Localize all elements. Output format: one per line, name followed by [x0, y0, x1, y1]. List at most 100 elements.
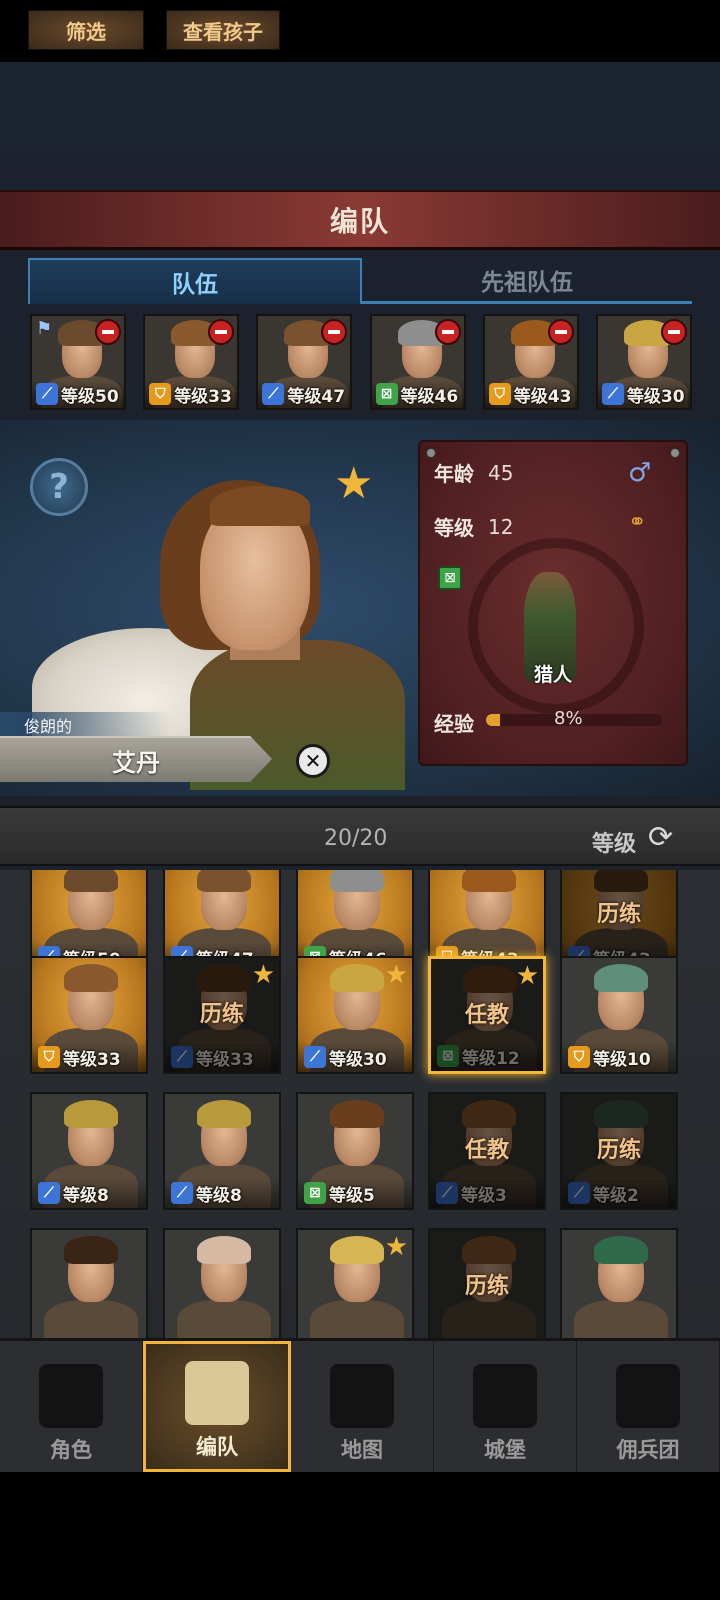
party-slot[interactable]: ⛉ 等级33 [143, 314, 240, 410]
level-text: 等级47 [287, 386, 346, 407]
banner-icon [616, 1364, 680, 1428]
portrait-hair [594, 1236, 648, 1264]
level-text: 等级8 [63, 1185, 109, 1206]
sword-icon: ⟋ [304, 1046, 326, 1068]
roster-card[interactable]: ⟋等级33★历练 [163, 956, 281, 1074]
age-row: 年龄 45 [434, 458, 513, 487]
nav-item-castle[interactable]: 城堡 [434, 1341, 577, 1472]
dismiss-button[interactable]: ✕ [296, 744, 330, 778]
portrait-hair [330, 1100, 384, 1128]
card-footer: ⟋ 等级8 [32, 1178, 146, 1208]
nav-item-banner[interactable]: 佣兵团 [577, 1341, 720, 1472]
roster-card[interactable] [30, 1228, 148, 1338]
portrait-hair [64, 964, 118, 992]
portrait-hair [330, 1236, 384, 1264]
party-strip: ⚑ ⟋ 等级50 ⛉ 等级33 ⟋ 等级47 ⊠ 等级46 ⛉ 等级43 ⟋ 等级30 [30, 314, 692, 410]
nav-label: 佣兵团 [616, 1438, 680, 1462]
remove-from-party-icon[interactable] [208, 319, 235, 345]
portrait-hair [64, 1100, 118, 1128]
close-icon: ✕ [304, 749, 322, 773]
roster-card[interactable]: 历练 [428, 1228, 546, 1338]
favorite-star-icon[interactable]: ★ [334, 462, 373, 506]
slot-footer: ⛉ 等级33 [145, 380, 238, 408]
hero-name-plate[interactable]: 艾丹 [0, 736, 272, 782]
nav-item-compass[interactable]: 地图 [291, 1341, 434, 1472]
roster-card[interactable]: ⛉ 等级10 [560, 956, 678, 1074]
remove-from-party-icon[interactable] [660, 319, 687, 345]
tab-ancestor-party[interactable]: 先祖队伍 [362, 258, 692, 304]
status-label: 历练 [464, 1274, 509, 1299]
party-slot[interactable]: ⛉ 等级43 [482, 314, 579, 410]
tab-bar: 队伍 先祖队伍 [28, 258, 692, 304]
roster-card[interactable]: ★ [296, 1228, 414, 1338]
nav-label: 角色 [50, 1438, 92, 1462]
remove-from-party-icon[interactable] [95, 319, 121, 345]
hero-hair-front [210, 486, 310, 526]
tab-party[interactable]: 队伍 [28, 258, 362, 304]
shield-icon: ⛉ [568, 1046, 590, 1068]
party-slot[interactable]: ⟋ 等级30 [595, 314, 692, 410]
portrait-body [310, 1300, 404, 1338]
card-footer: ⊠ 等级5 [298, 1178, 412, 1208]
bow-icon: ⊠ [304, 1182, 326, 1204]
level-row: 等级 12 [434, 512, 513, 541]
shield-icon: ⛉ [149, 383, 172, 405]
hero-trait: 俊朗的 [0, 712, 170, 738]
roster-card[interactable]: ⟋ 等级8 [163, 1092, 281, 1210]
question-icon: ? [49, 467, 69, 507]
castle-icon [473, 1364, 537, 1428]
sword-icon: ⟋ [601, 383, 624, 405]
roster-card[interactable]: ⟋等级2历练 [560, 1092, 678, 1210]
remove-from-party-icon[interactable] [547, 319, 574, 345]
roster-card[interactable] [560, 1228, 678, 1338]
roster-card[interactable] [163, 1228, 281, 1338]
remove-from-party-icon[interactable] [321, 319, 348, 345]
party-slot[interactable]: ⟋ 等级47 [256, 314, 353, 410]
roster-card[interactable]: ⟋ 等级30 ★ [296, 956, 414, 1074]
portrait-body [177, 1300, 271, 1338]
level-text: 等级30 [626, 386, 685, 407]
help-button[interactable]: ? [30, 458, 88, 516]
compass-icon [330, 1364, 394, 1428]
portrait-hair [330, 964, 384, 992]
level-text: 等级33 [63, 1049, 121, 1070]
roster-card[interactable]: ⊠ 等级5 [296, 1092, 414, 1210]
level-label: 等级 [434, 516, 474, 540]
level-text: 等级5 [329, 1185, 375, 1206]
level-value: 12 [488, 514, 514, 539]
roster-card[interactable]: ⊠等级12★任教 [428, 956, 546, 1074]
card-footer: ⟋ 等级8 [165, 1178, 279, 1208]
level-text: 等级43 [513, 386, 572, 407]
nav-label: 编队 [196, 1435, 238, 1459]
pin-icon [670, 448, 680, 458]
portrait-hair [64, 1236, 118, 1264]
roster-card[interactable]: ⟋ 等级8 [30, 1092, 148, 1210]
age-value: 45 [488, 460, 514, 485]
level-text: 等级30 [329, 1049, 387, 1070]
bow-icon: ⊠ [375, 383, 398, 405]
sort-by-level-button[interactable]: 等级 [592, 826, 636, 858]
remove-from-party-icon[interactable] [434, 319, 461, 345]
rings-icon[interactable]: ⚭ [628, 510, 646, 535]
sword-icon: ⟋ [171, 1182, 193, 1204]
roster-card[interactable]: ⛉ 等级33 [30, 956, 148, 1074]
slot-footer: ⟋ 等级30 [597, 380, 690, 408]
sword-icon: ⟋ [262, 383, 285, 405]
status-label: 任教 [464, 1138, 509, 1163]
level-text: 等级10 [593, 1049, 651, 1070]
refresh-sort-icon[interactable]: ⟳ [648, 820, 673, 855]
star-icon: ★ [384, 960, 408, 990]
nav-item-knight[interactable]: 角色 [0, 1341, 143, 1472]
party-slot[interactable]: ⚑ ⟋ 等级50 [30, 314, 126, 410]
roster-card[interactable]: ⟋等级3任教 [428, 1092, 546, 1210]
roster-count: 20/20 [324, 826, 388, 851]
filter-button[interactable]: 筛选 [28, 10, 144, 50]
party-slot[interactable]: ⊠ 等级46 [369, 314, 466, 410]
nav-item-helmet[interactable]: 编队 [143, 1341, 291, 1472]
level-text: 等级8 [196, 1185, 242, 1206]
view-children-button[interactable]: 查看孩子 [166, 10, 280, 50]
portrait-hair [197, 1236, 251, 1264]
sword-icon: ⟋ [36, 383, 58, 405]
helmet-icon [185, 1361, 249, 1425]
status-label: 历练 [596, 902, 641, 927]
